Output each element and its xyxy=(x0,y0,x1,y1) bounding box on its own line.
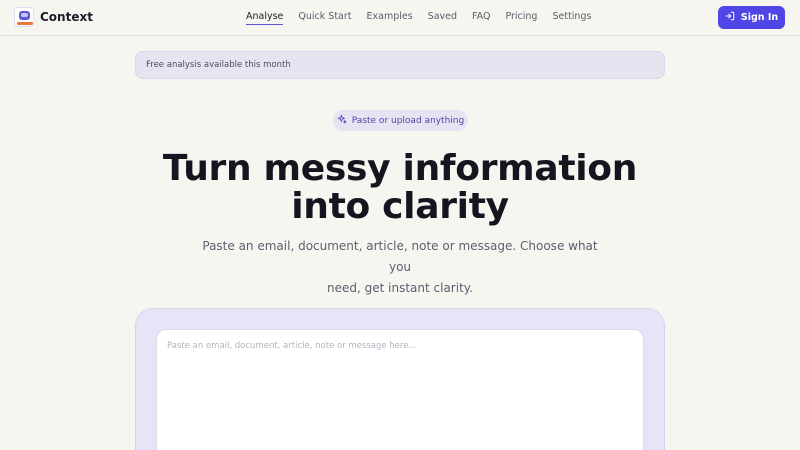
logo[interactable]: Context xyxy=(14,7,93,27)
nav-settings[interactable]: Settings xyxy=(552,11,591,22)
nav-examples[interactable]: Examples xyxy=(367,11,413,22)
hero-title-line-2: into clarity xyxy=(291,186,509,227)
sparkles-icon xyxy=(337,114,347,127)
paste-upload-pill: Paste or upload anything xyxy=(333,110,468,131)
sign-in-button[interactable]: Sign In xyxy=(718,6,785,29)
main-nav: Analyse Quick Start Examples Saved FAQ P… xyxy=(246,11,606,25)
hero-subtitle: Paste an email, document, article, note … xyxy=(200,236,600,299)
nav-pricing[interactable]: Pricing xyxy=(505,11,537,22)
input-panel xyxy=(135,308,665,450)
banner-text: Free analysis available this month xyxy=(146,60,291,70)
logo-text: Context xyxy=(40,10,93,24)
nav-saved[interactable]: Saved xyxy=(428,11,457,22)
logo-icon xyxy=(14,7,34,27)
sign-in-label: Sign In xyxy=(740,12,779,23)
nav-analyse[interactable]: Analyse xyxy=(246,11,284,25)
pill-label: Paste or upload anything xyxy=(351,115,465,126)
hero-title-line-1: Turn messy information xyxy=(162,148,638,189)
hero-subtitle-line-2: need, get instant clarity. xyxy=(327,281,473,295)
top-navigation-bar: Context Analyse Quick Start Examples Sav… xyxy=(0,0,800,36)
hero-title: Turn messy information into clarity xyxy=(0,150,800,226)
sign-in-icon xyxy=(725,11,735,24)
nav-faq[interactable]: FAQ xyxy=(472,11,490,22)
nav-quick-start[interactable]: Quick Start xyxy=(298,11,351,22)
content-input[interactable] xyxy=(156,329,644,450)
free-analysis-banner: Free analysis available this month xyxy=(135,51,665,79)
hero-subtitle-line-1: Paste an email, document, article, note … xyxy=(202,239,598,274)
